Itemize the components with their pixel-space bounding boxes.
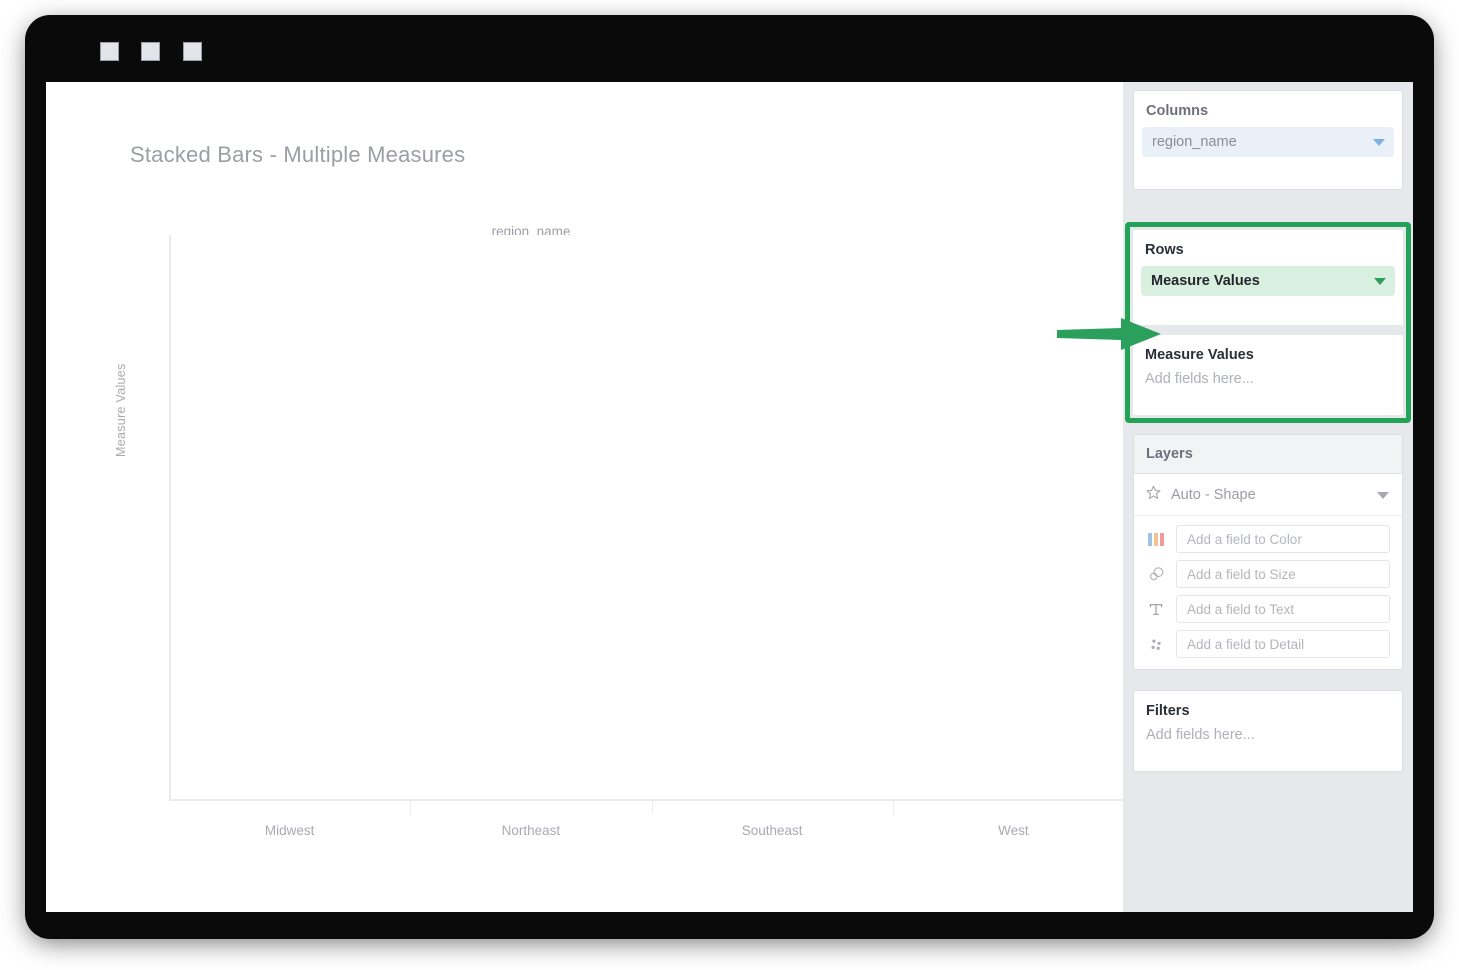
measure-values-placeholder[interactable]: Add fields here... (1133, 371, 1403, 397)
detail-dots-icon (1145, 636, 1167, 653)
application-body: Stacked Bars - Multiple Measures region_… (46, 82, 1413, 912)
text-encoding-shelf[interactable]: Add a field to Text (1145, 595, 1390, 623)
layers-panel: Layers Auto - Shape (1133, 434, 1403, 670)
filters-placeholder[interactable]: Add fields here... (1134, 727, 1402, 753)
chevron-down-icon[interactable] (1373, 139, 1385, 146)
layer-mark-type-row[interactable]: Auto - Shape (1134, 474, 1402, 516)
x-tick-label: Midwest (169, 801, 410, 847)
measure-values-shelf-panel[interactable]: Measure Values Add fields here... (1133, 335, 1403, 415)
rows-field-pill-measure-values[interactable]: Measure Values (1141, 266, 1395, 296)
window-close-button[interactable] (183, 42, 202, 61)
chart-y-axis-line (169, 235, 171, 801)
measure-values-shelf-title: Measure Values (1133, 335, 1403, 371)
chart-y-axis-title: Measure Values (114, 363, 128, 457)
window-titlebar (28, 18, 1431, 82)
detail-shelf-input[interactable]: Add a field to Detail (1176, 630, 1390, 658)
star-icon (1145, 484, 1162, 506)
rows-shelf-title: Rows (1133, 230, 1403, 266)
chart-plot-area[interactable] (169, 235, 1134, 801)
rows-field-pill-label: Measure Values (1151, 273, 1260, 289)
columns-field-pill-region-name[interactable]: region_name (1142, 127, 1394, 157)
x-tick-label: Southeast (652, 801, 893, 847)
filters-panel-title: Filters (1134, 691, 1402, 727)
panel-separator (1133, 325, 1403, 335)
color-encoding-shelf[interactable]: Add a field to Color (1145, 525, 1390, 553)
window-maximize-button[interactable] (141, 42, 160, 61)
text-t-icon (1145, 601, 1167, 618)
text-shelf-input[interactable]: Add a field to Text (1176, 595, 1390, 623)
window-minimize-button[interactable] (100, 42, 119, 61)
size-encoding-shelf[interactable]: Add a field to Size (1145, 560, 1390, 588)
size-shelf-input[interactable]: Add a field to Size (1176, 560, 1390, 588)
detail-encoding-shelf[interactable]: Add a field to Detail (1145, 630, 1390, 658)
screenshot-root: Stacked Bars - Multiple Measures region_… (0, 0, 1459, 970)
columns-shelf-panel[interactable]: Columns region_name (1133, 90, 1403, 190)
x-tick-label: Northeast (410, 801, 651, 847)
chevron-down-icon[interactable] (1374, 278, 1386, 285)
filters-panel[interactable]: Filters Add fields here... (1133, 690, 1403, 772)
encoding-sidebar: Columns region_name Rows Me (1123, 82, 1413, 912)
x-tick-label: West (893, 801, 1134, 847)
size-circles-icon (1145, 566, 1167, 583)
rows-highlight-annotation-box: Rows Measure Values Measure Values Add f… (1125, 222, 1411, 423)
layers-panel-title: Layers (1134, 435, 1402, 473)
columns-shelf-title: Columns (1134, 91, 1402, 127)
color-palette-icon (1145, 533, 1167, 546)
application-window: Stacked Bars - Multiple Measures region_… (28, 18, 1431, 936)
columns-field-pill-label: region_name (1152, 134, 1237, 150)
chevron-down-icon[interactable] (1377, 492, 1389, 499)
layers-panel-header: Layers (1134, 435, 1402, 474)
color-shelf-input[interactable]: Add a field to Color (1176, 525, 1390, 553)
rows-shelf-panel[interactable]: Rows Measure Values (1133, 230, 1403, 325)
layer-mark-type-label: Auto - Shape (1171, 487, 1256, 503)
encoding-shelves-list: Add a field to Color Add a field to Size (1134, 516, 1402, 669)
chart-canvas[interactable]: Stacked Bars - Multiple Measures region_… (46, 82, 1123, 912)
chart-x-axis-ticks: Midwest Northeast Southeast West (169, 801, 1134, 847)
chart-title: Stacked Bars - Multiple Measures (130, 142, 465, 168)
